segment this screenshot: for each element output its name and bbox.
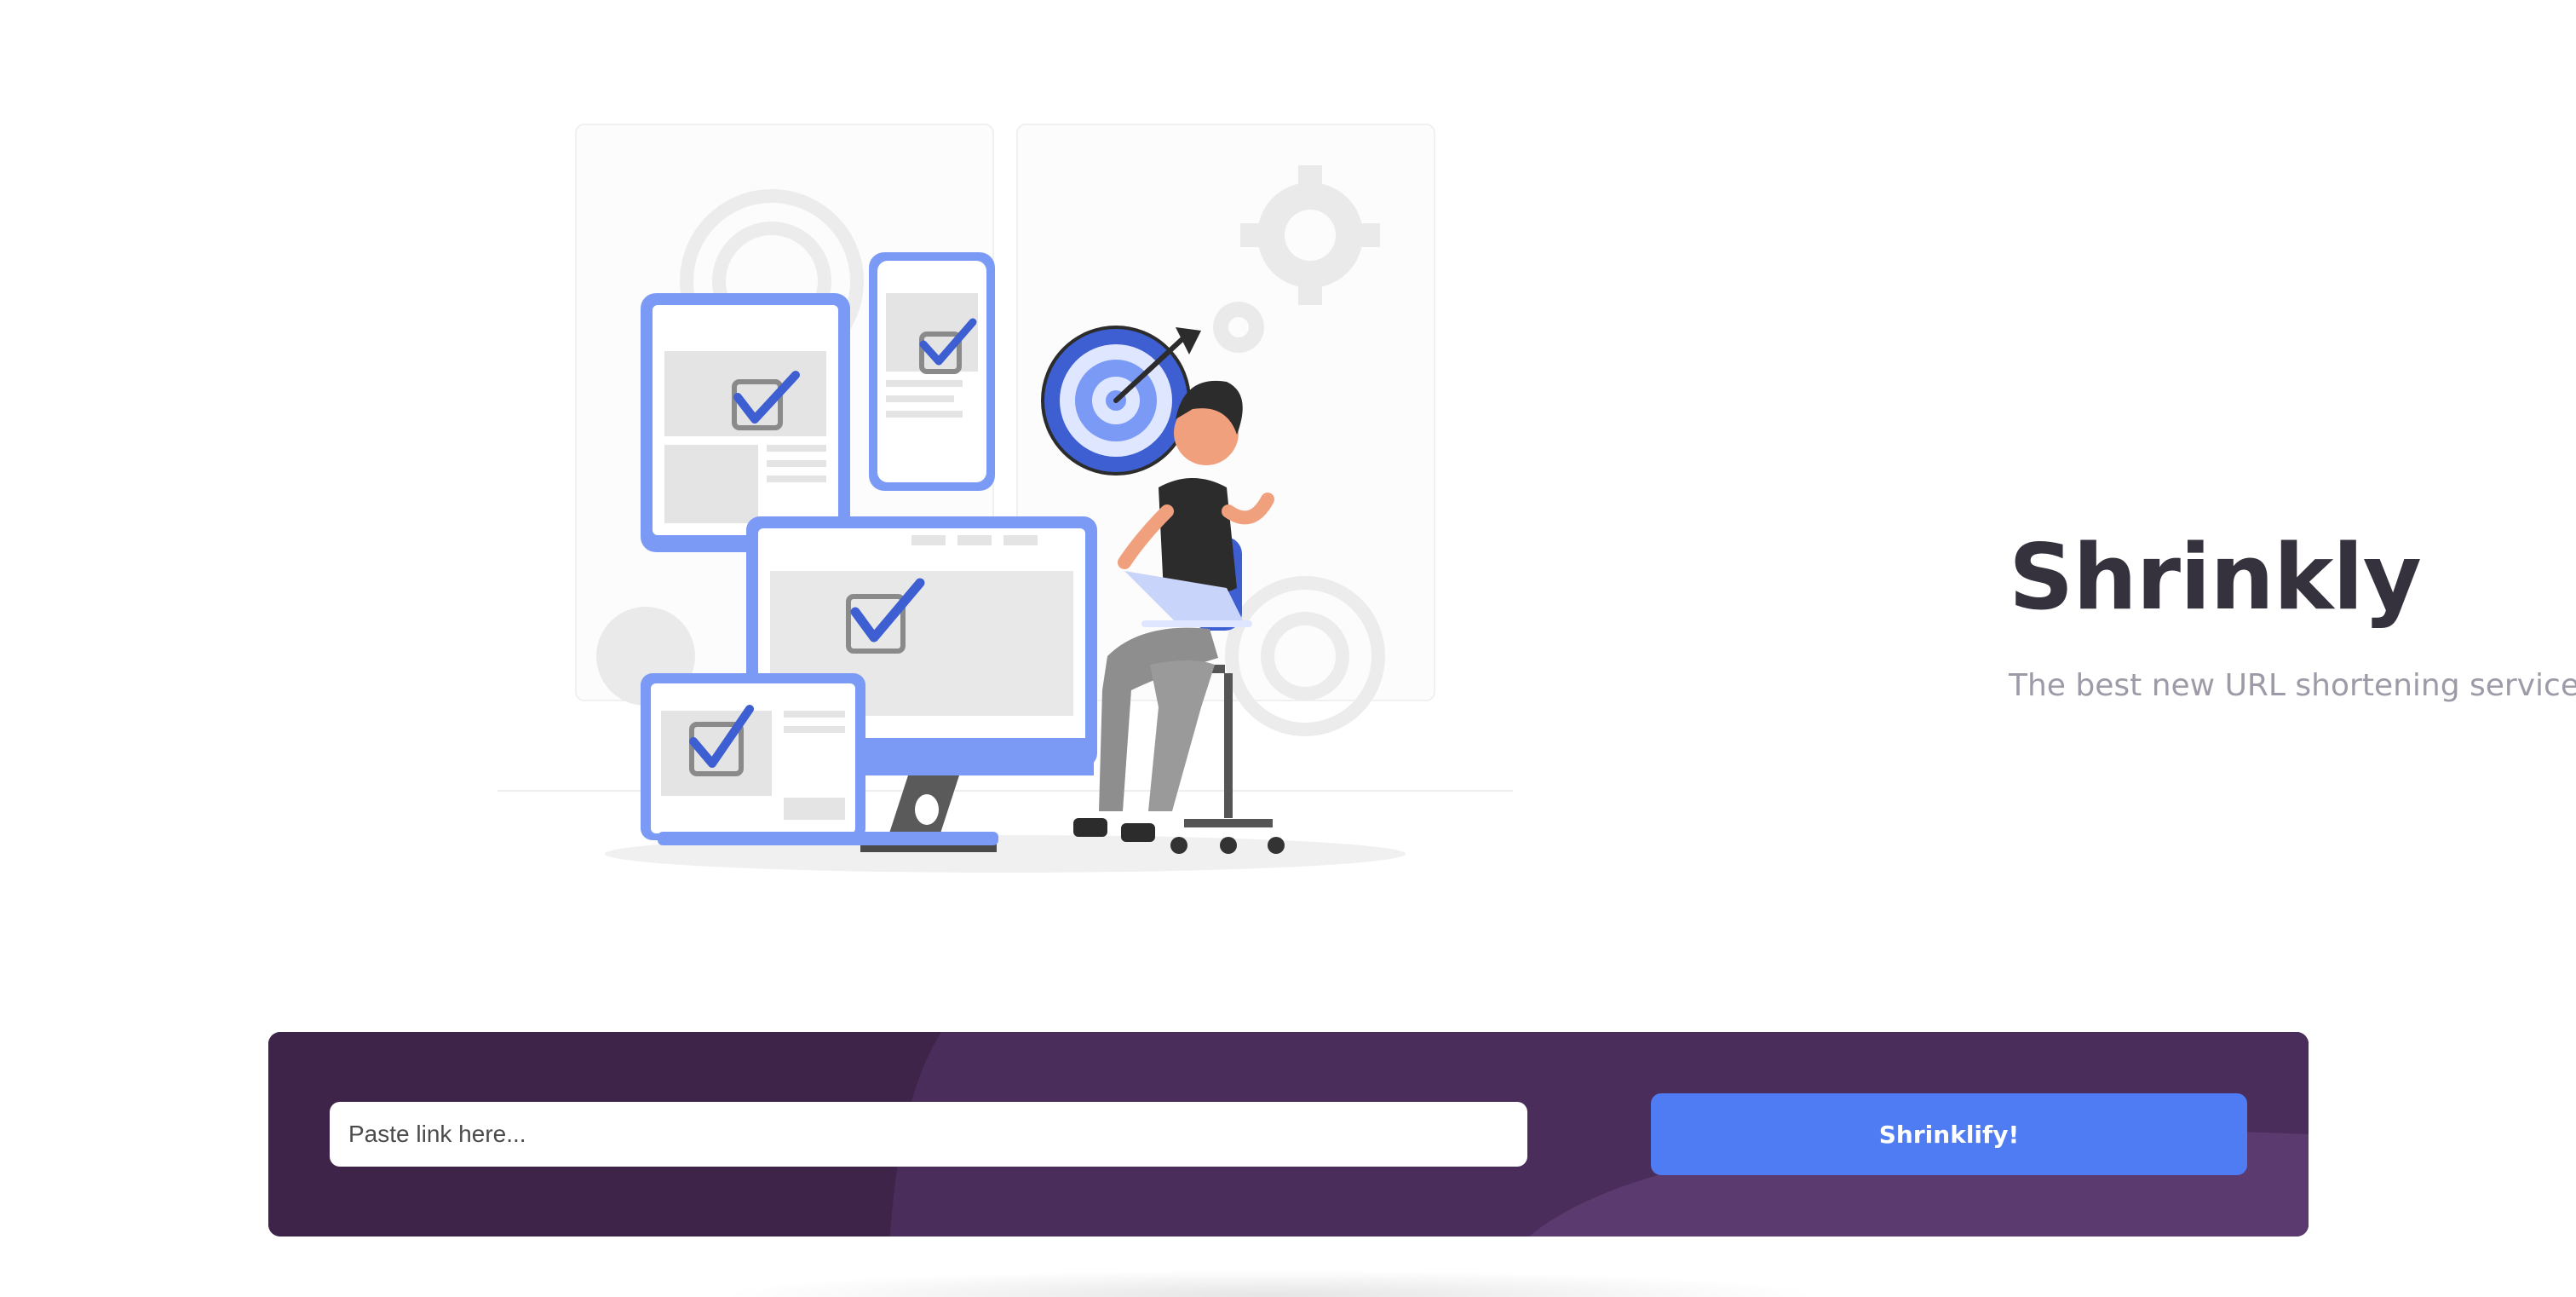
- bottom-shadow: [716, 1270, 1823, 1297]
- shorten-panel: Shrinklify!: [268, 1032, 2309, 1236]
- page-title: Shrinkly: [2009, 525, 2422, 630]
- landing-page: Shrinkly The best new URL shortening ser…: [0, 0, 2576, 1297]
- shrinklify-button[interactable]: Shrinklify!: [1651, 1093, 2247, 1175]
- hero-text: Shrinkly The best new URL shortening ser…: [2009, 525, 2576, 704]
- page-subtitle: The best new URL shortening service.: [2009, 667, 2576, 703]
- hero-illustration: [497, 124, 1513, 873]
- link-input[interactable]: [330, 1102, 1527, 1167]
- hero-section: Shrinkly The best new URL shortening ser…: [494, 111, 2576, 895]
